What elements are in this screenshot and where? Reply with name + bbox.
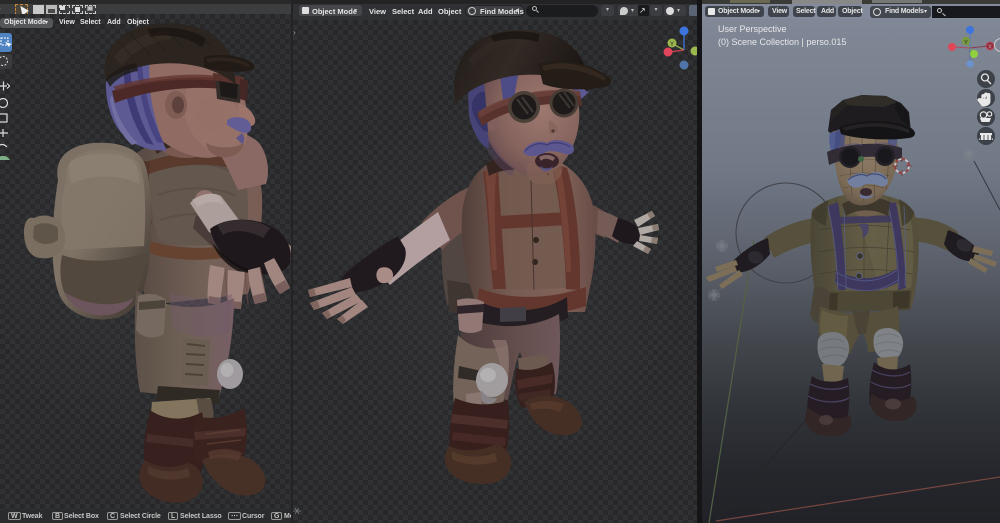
svg-text:X: X — [988, 45, 992, 51]
svg-text:Y: Y — [964, 40, 968, 46]
